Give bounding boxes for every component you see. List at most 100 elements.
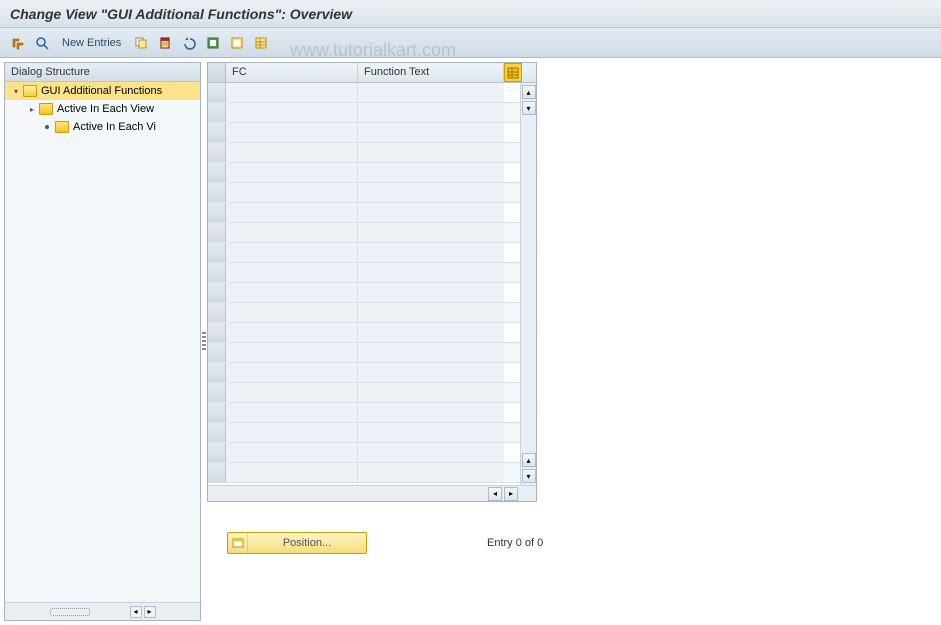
cell-function-text[interactable] <box>358 143 504 162</box>
tree-scroll-right[interactable]: ▸ <box>144 606 156 618</box>
position-label: Position... <box>248 537 366 549</box>
row-selector[interactable] <box>208 443 226 462</box>
content-area: FC Function Text ▴ ▾ ▴ ▾ <box>207 58 941 625</box>
row-selector[interactable] <box>208 303 226 322</box>
cell-function-text[interactable] <box>358 443 504 462</box>
column-header-function-text[interactable]: Function Text <box>358 63 504 82</box>
cell-fc[interactable] <box>226 423 358 442</box>
cell-function-text[interactable] <box>358 403 504 422</box>
cell-fc[interactable] <box>226 283 358 302</box>
cell-function-text[interactable] <box>358 423 504 442</box>
deselect-all-icon[interactable] <box>227 33 247 53</box>
cell-function-text[interactable] <box>358 343 504 362</box>
select-all-icon[interactable] <box>203 33 223 53</box>
tree-resize-handle[interactable] <box>50 608 90 616</box>
tree-node[interactable]: Active In Each Vi <box>5 118 200 136</box>
cell-fc[interactable] <box>226 223 358 242</box>
table-row <box>208 123 520 143</box>
expand-icon[interactable]: ▸ <box>27 104 37 114</box>
cell-fc[interactable] <box>226 443 358 462</box>
cell-fc[interactable] <box>226 203 358 222</box>
row-selector[interactable] <box>208 283 226 302</box>
tree-node[interactable]: ▸Active In Each View <box>5 100 200 118</box>
cell-fc[interactable] <box>226 143 358 162</box>
undo-icon[interactable] <box>179 33 199 53</box>
row-selector[interactable] <box>208 163 226 182</box>
row-selector-header[interactable] <box>208 63 226 82</box>
cell-fc[interactable] <box>226 463 358 482</box>
vertical-scrollbar[interactable]: ▴ ▾ ▴ ▾ <box>520 83 536 485</box>
cell-function-text[interactable] <box>358 223 504 242</box>
cell-function-text[interactable] <box>358 263 504 282</box>
cell-function-text[interactable] <box>358 83 504 102</box>
row-selector[interactable] <box>208 403 226 422</box>
table-row <box>208 263 520 283</box>
collapse-icon[interactable]: ▾ <box>11 86 21 96</box>
cell-fc[interactable] <box>226 83 358 102</box>
scroll-bottom-icon[interactable]: ▾ <box>522 469 536 483</box>
new-entries-button[interactable]: New Entries <box>56 37 127 49</box>
cell-fc[interactable] <box>226 343 358 362</box>
cell-fc[interactable] <box>226 363 358 382</box>
cell-fc[interactable] <box>226 163 358 182</box>
cell-fc[interactable] <box>226 123 358 142</box>
row-selector[interactable] <box>208 383 226 402</box>
cell-function-text[interactable] <box>358 283 504 302</box>
row-selector[interactable] <box>208 103 226 122</box>
row-selector[interactable] <box>208 123 226 142</box>
scroll-left-icon[interactable]: ◂ <box>488 487 502 501</box>
cell-fc[interactable] <box>226 403 358 422</box>
table-config-icon[interactable] <box>504 63 522 82</box>
row-selector[interactable] <box>208 343 226 362</box>
cell-function-text[interactable] <box>358 243 504 262</box>
cell-fc[interactable] <box>226 243 358 262</box>
row-selector[interactable] <box>208 423 226 442</box>
cell-function-text[interactable] <box>358 123 504 142</box>
row-selector[interactable] <box>208 203 226 222</box>
tree-node-label: Active In Each Vi <box>73 121 156 133</box>
row-selector[interactable] <box>208 83 226 102</box>
cell-function-text[interactable] <box>358 203 504 222</box>
row-selector[interactable] <box>208 223 226 242</box>
table-row <box>208 163 520 183</box>
cell-function-text[interactable] <box>358 463 504 482</box>
cell-function-text[interactable] <box>358 303 504 322</box>
row-selector[interactable] <box>208 263 226 282</box>
row-selector[interactable] <box>208 143 226 162</box>
table-row <box>208 443 520 463</box>
row-selector[interactable] <box>208 323 226 342</box>
cell-function-text[interactable] <box>358 103 504 122</box>
cell-function-text[interactable] <box>358 163 504 182</box>
cell-function-text[interactable] <box>358 383 504 402</box>
row-selector[interactable] <box>208 183 226 202</box>
delete-icon[interactable] <box>155 33 175 53</box>
row-selector[interactable] <box>208 243 226 262</box>
cell-function-text[interactable] <box>358 183 504 202</box>
footer-bar: Position... Entry 0 of 0 <box>207 532 933 554</box>
table-row <box>208 323 520 343</box>
scroll-up-icon[interactable]: ▾ <box>522 101 536 115</box>
cell-fc[interactable] <box>226 303 358 322</box>
table-settings-icon[interactable] <box>251 33 271 53</box>
scroll-down-icon[interactable]: ▴ <box>522 453 536 467</box>
column-header-fc[interactable]: FC <box>226 63 358 82</box>
find-icon[interactable] <box>32 33 52 53</box>
tree-scroll-left[interactable]: ◂ <box>130 606 142 618</box>
tree-node[interactable]: ▾GUI Additional Functions <box>5 82 200 100</box>
cell-fc[interactable] <box>226 103 358 122</box>
copy-icon[interactable] <box>131 33 151 53</box>
row-selector[interactable] <box>208 463 226 482</box>
scroll-right-icon[interactable]: ▸ <box>504 487 518 501</box>
toggle-display-icon[interactable] <box>8 33 28 53</box>
position-button[interactable]: Position... <box>227 532 367 554</box>
cell-fc[interactable] <box>226 383 358 402</box>
cell-fc[interactable] <box>226 263 358 282</box>
cell-fc[interactable] <box>226 183 358 202</box>
cell-function-text[interactable] <box>358 323 504 342</box>
horizontal-scrollbar[interactable]: ◂ ▸ <box>208 485 536 501</box>
row-selector[interactable] <box>208 363 226 382</box>
page-title: Change View "GUI Additional Functions": … <box>10 6 931 22</box>
scroll-top-icon[interactable]: ▴ <box>522 85 536 99</box>
cell-fc[interactable] <box>226 323 358 342</box>
cell-function-text[interactable] <box>358 363 504 382</box>
